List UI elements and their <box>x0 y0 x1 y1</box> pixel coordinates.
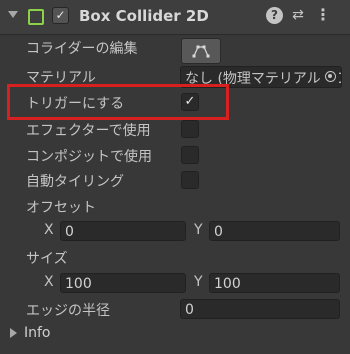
size-x-field[interactable]: 100 <box>60 273 186 293</box>
auto-tiling-checkbox[interactable] <box>181 171 199 189</box>
size-y-label: Y <box>194 274 203 290</box>
foldout-arrow-icon[interactable] <box>8 11 18 18</box>
offset-label: オフセット <box>26 200 96 216</box>
auto-tiling-label: 自動タイリング <box>26 174 124 190</box>
offset-x-field[interactable]: 0 <box>60 221 186 241</box>
annotation-highlight-box <box>7 84 229 120</box>
edit-collider-label: コライダーの編集 <box>26 41 138 57</box>
offset-y-field[interactable]: 0 <box>209 221 340 241</box>
edge-radius-field[interactable]: 0 <box>180 299 340 319</box>
edge-radius-label: エッジの半径 <box>26 303 110 319</box>
info-foldout-arrow-icon[interactable] <box>10 328 17 338</box>
context-menu-icon[interactable]: ⋮ <box>315 6 331 24</box>
offset-x-label: X <box>44 222 54 238</box>
used-by-composite-label: コンポジットで使用 <box>26 149 152 165</box>
size-y-field[interactable]: 100 <box>209 273 340 293</box>
help-icon[interactable]: ? <box>266 7 283 24</box>
component-enabled-checkbox[interactable]: ✓ <box>52 7 69 24</box>
edit-collider-button[interactable] <box>181 38 221 64</box>
size-x-label: X <box>44 274 54 290</box>
size-label: サイズ <box>26 251 68 267</box>
object-picker-icon[interactable] <box>323 69 339 85</box>
info-foldout-label[interactable]: Info <box>24 325 51 341</box>
offset-y-label: Y <box>194 222 203 238</box>
component-title: Box Collider 2D <box>79 7 209 25</box>
presets-icon[interactable]: ⇄ <box>289 6 307 24</box>
object-picker-dot <box>328 74 332 78</box>
edit-collider-icon <box>192 45 210 58</box>
used-by-effector-checkbox[interactable] <box>181 120 199 138</box>
used-by-composite-checkbox[interactable] <box>181 146 199 164</box>
used-by-effector-label: エフェクターで使用 <box>26 123 151 139</box>
box-collider-2d-icon <box>28 9 44 25</box>
